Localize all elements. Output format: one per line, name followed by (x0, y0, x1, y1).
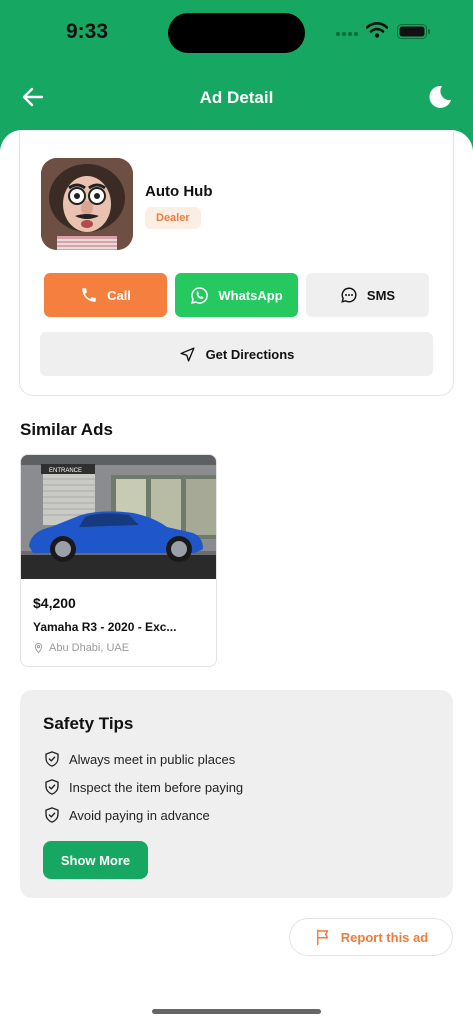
ad-location: Abu Dhabi, UAE (33, 642, 129, 654)
shield-check-icon (45, 779, 59, 795)
whatsapp-icon (191, 286, 209, 304)
contact-buttons: Call WhatsApp SMS (44, 273, 429, 317)
battery-icon (397, 24, 430, 39)
safety-tip-text: Avoid paying in advance (69, 807, 210, 823)
wifi-icon (366, 22, 388, 38)
chat-bubble-icon (341, 287, 357, 303)
content-sheet: Auto Hub Dealer Call WhatsApp SMS Get Di… (0, 130, 473, 1024)
report-ad-label: Report this ad (340, 929, 429, 945)
get-directions-button[interactable]: Get Directions (40, 332, 433, 376)
location-pin-icon (34, 642, 43, 654)
ad-thumbnail: ENTRANCE (21, 455, 216, 579)
dark-mode-moon-icon[interactable] (425, 83, 453, 111)
status-bar: 9:33 (0, 0, 473, 60)
ad-price: $4,200 (33, 595, 76, 611)
page-title: Ad Detail (199, 88, 274, 107)
whatsapp-button-label: WhatsApp (218, 287, 283, 303)
app-header: 9:33 Ad Detail (0, 0, 473, 150)
safety-tip-text: Always meet in public places (69, 751, 236, 767)
shield-check-icon (45, 751, 59, 767)
whatsapp-button[interactable]: WhatsApp (175, 273, 298, 317)
safety-tip: Always meet in public places (43, 750, 235, 768)
sms-button[interactable]: SMS (306, 273, 429, 317)
call-button[interactable]: Call (44, 273, 167, 317)
seller-avatar (41, 158, 133, 250)
navigation-arrow-icon (180, 346, 195, 362)
similar-ads-title: Similar Ads (20, 420, 113, 439)
nav-bar: Ad Detail (0, 74, 473, 122)
safety-tips-card: Safety Tips Always meet in public places… (20, 690, 453, 898)
call-button-label: Call (107, 287, 131, 303)
show-more-button[interactable]: Show More (43, 841, 148, 879)
sms-button-label: SMS (366, 287, 396, 303)
phone-icon (82, 288, 96, 302)
get-directions-label: Get Directions (205, 346, 295, 362)
status-time: 9:33 (66, 20, 109, 43)
ad-location-text: Abu Dhabi, UAE (49, 642, 130, 654)
report-ad-button[interactable]: Report this ad (289, 918, 453, 956)
seller-name: Auto Hub (145, 183, 213, 200)
safety-tip: Inspect the item before paying (43, 778, 243, 796)
entrance-sign-text: ENTRANCE (49, 468, 82, 474)
signal-icon (336, 32, 358, 36)
seller-card: Auto Hub Dealer Call WhatsApp SMS Get Di… (19, 130, 454, 396)
safety-tip: Avoid paying in advance (43, 806, 210, 824)
dealer-badge: Dealer (145, 207, 201, 229)
similar-ad-card[interactable]: ENTRANCE $4,200 Yamaha R3 - 2020 - Exc..… (20, 454, 217, 667)
safety-tip-text: Inspect the item before paying (69, 779, 244, 795)
flag-icon (316, 929, 329, 946)
dynamic-island (168, 13, 305, 53)
ad-title: Yamaha R3 - 2020 - Exc... (33, 620, 177, 634)
safety-tips-title: Safety Tips (43, 714, 134, 733)
shield-check-icon (45, 807, 59, 823)
home-indicator[interactable] (152, 1009, 321, 1014)
